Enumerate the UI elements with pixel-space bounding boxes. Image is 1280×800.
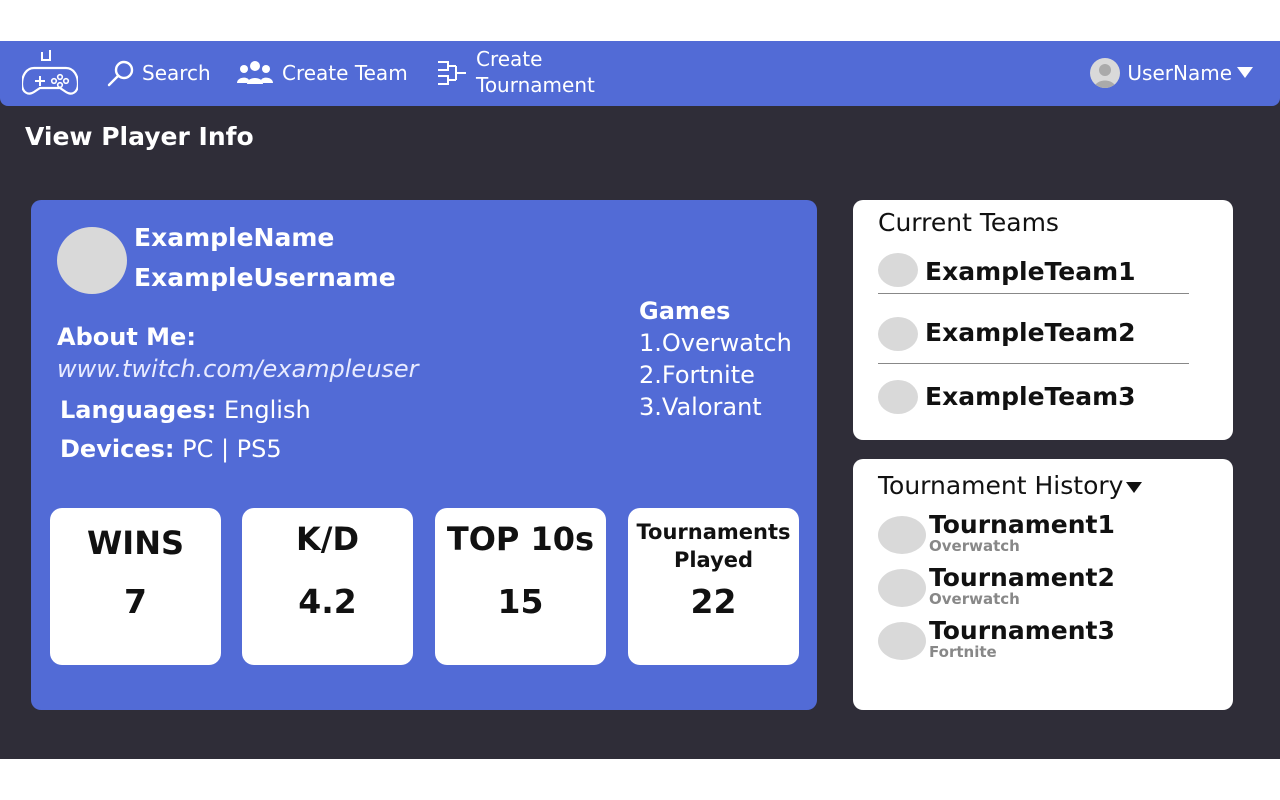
chevron-down-icon — [1125, 471, 1143, 500]
stat-value: 4.2 — [298, 582, 357, 621]
current-teams-title: Current Teams — [878, 208, 1059, 237]
game-item: 2.Fortnite — [639, 361, 755, 389]
games-list: Games 1.Overwatch 2.Fortnite 3.Valorant — [639, 295, 792, 423]
tournament-game: Overwatch — [929, 537, 1020, 555]
users-icon — [236, 58, 282, 88]
tournament-avatar — [878, 569, 926, 607]
stat-card-wins: WINS 7 — [50, 508, 221, 665]
team-name: ExampleTeam3 — [925, 382, 1136, 411]
top-nav-bar: Search Create Team Create Tournament Use… — [0, 41, 1280, 106]
nav-create-team-label: Create Team — [282, 61, 408, 85]
player-name: ExampleName — [134, 223, 335, 252]
languages-line: Languages: English — [60, 396, 311, 424]
languages-value: English — [216, 396, 311, 424]
tournament-game: Overwatch — [929, 590, 1020, 608]
team-name: ExampleTeam1 — [925, 257, 1136, 286]
stat-value: 7 — [124, 582, 147, 621]
devices-label: Devices: — [60, 435, 175, 463]
stat-label: Tournaments Played — [628, 518, 799, 574]
stat-card-kd: K/D 4.2 — [242, 508, 413, 665]
player-profile-card: ExampleName ExampleUsername About Me: ww… — [31, 200, 817, 710]
nav-search-label: Search — [142, 61, 211, 85]
stat-label: WINS — [86, 524, 185, 562]
tournament-list-item[interactable]: Tournament3 Fortnite — [878, 616, 1208, 666]
twitch-link[interactable]: www.twitch.com/exampleuser — [57, 355, 419, 383]
page-title: View Player Info — [25, 122, 254, 151]
game-item: 3.Valorant — [639, 393, 762, 421]
divider — [878, 363, 1189, 364]
player-avatar — [57, 227, 127, 294]
user-menu-dropdown[interactable]: UserName — [1090, 58, 1254, 88]
stat-value: 15 — [497, 582, 544, 621]
search-icon — [106, 58, 142, 88]
stat-card-tournaments-played: Tournaments Played 22 — [628, 508, 799, 665]
nav-create-team-link[interactable]: Create Team — [236, 58, 408, 88]
nav-create-tournament-line1: Create — [476, 47, 543, 71]
team-list-item[interactable]: ExampleTeam3 — [878, 378, 1189, 428]
chevron-down-icon — [1236, 64, 1254, 83]
current-teams-panel: Current Teams ExampleTeam1 ExampleTeam2 … — [853, 200, 1233, 440]
stat-card-top10s: TOP 10s 15 — [435, 508, 606, 665]
stat-label-line1: Tournaments — [636, 520, 791, 544]
bracket-icon — [436, 46, 476, 98]
nav-search-link[interactable]: Search — [106, 58, 211, 88]
nav-create-tournament-label: Create Tournament — [476, 46, 595, 98]
nav-create-tournament-line2: Tournament — [476, 73, 595, 97]
stat-label-line2: Played — [673, 548, 754, 572]
team-name: ExampleTeam2 — [925, 318, 1136, 347]
languages-label: Languages: — [60, 396, 217, 424]
tournament-name: Tournament2 — [929, 563, 1115, 592]
tournament-history-header[interactable]: Tournament History — [878, 471, 1143, 500]
team-avatar — [878, 380, 918, 414]
tournament-avatar — [878, 622, 926, 660]
tournament-game: Fortnite — [929, 643, 997, 661]
gamepad-icon[interactable] — [20, 46, 80, 98]
username-label: UserName — [1127, 61, 1232, 85]
team-list-item[interactable]: ExampleTeam2 — [878, 314, 1189, 364]
nav-create-tournament-link[interactable]: Create Tournament — [436, 46, 595, 98]
tournament-history-title: Tournament History — [878, 471, 1124, 500]
user-avatar-icon — [1090, 58, 1121, 88]
tournament-avatar — [878, 516, 926, 554]
stat-value: 22 — [690, 582, 737, 621]
devices-value: PC | PS5 — [174, 435, 282, 463]
stat-label: TOP 10s — [446, 520, 595, 558]
game-item: 1.Overwatch — [639, 329, 792, 357]
divider — [878, 293, 1189, 294]
stat-label: K/D — [295, 520, 360, 558]
tournament-list-item[interactable]: Tournament1 Overwatch — [878, 510, 1208, 560]
tournament-history-panel: Tournament History Tournament1 Overwatch… — [853, 459, 1233, 710]
games-title: Games — [639, 297, 731, 325]
tournament-name: Tournament1 — [929, 510, 1115, 539]
player-username: ExampleUsername — [134, 263, 396, 292]
team-list-item[interactable]: ExampleTeam1 — [878, 252, 1189, 302]
team-avatar — [878, 253, 918, 287]
team-avatar — [878, 317, 918, 351]
about-me-label: About Me: — [57, 323, 196, 351]
devices-line: Devices: PC | PS5 — [60, 435, 282, 463]
tournament-list-item[interactable]: Tournament2 Overwatch — [878, 563, 1208, 613]
tournament-name: Tournament3 — [929, 616, 1115, 645]
